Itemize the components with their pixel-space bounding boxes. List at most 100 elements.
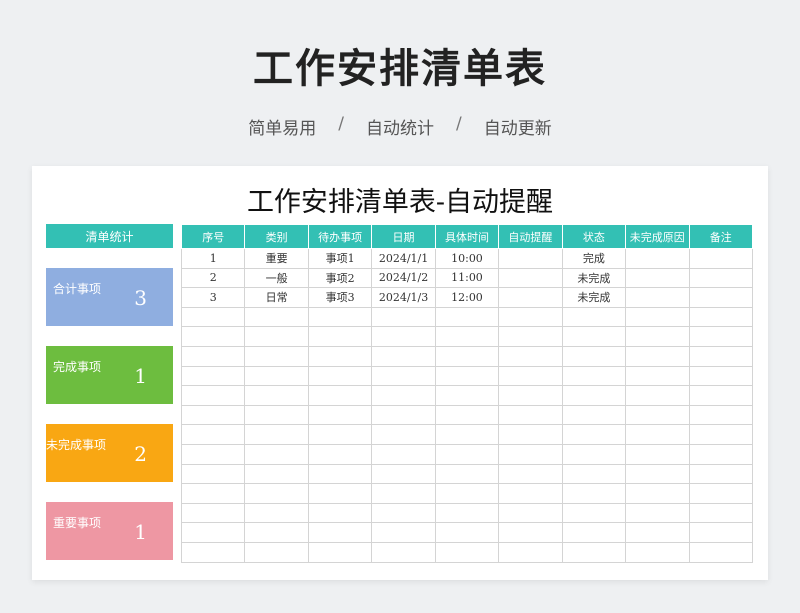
empty-cell[interactable]: [244, 365, 309, 387]
empty-cell[interactable]: [561, 365, 627, 387]
stat-card-incomplete[interactable]: 未完成事项 2: [46, 424, 173, 482]
empty-cell[interactable]: [688, 463, 753, 485]
empty-cell[interactable]: [688, 385, 753, 406]
empty-cell[interactable]: [371, 404, 436, 426]
empty-cell[interactable]: [498, 541, 563, 563]
table-cell[interactable]: [498, 287, 563, 308]
empty-cell[interactable]: [371, 522, 436, 543]
empty-cell[interactable]: [434, 541, 500, 563]
table-cell[interactable]: 重要: [244, 248, 309, 269]
stat-card-important[interactable]: 重要事项 1: [46, 502, 173, 560]
empty-cell[interactable]: [307, 306, 373, 328]
empty-cell[interactable]: [371, 385, 436, 406]
empty-cell[interactable]: [498, 502, 563, 524]
table-cell[interactable]: 未完成: [561, 287, 627, 308]
column-header[interactable]: 备注: [688, 224, 753, 249]
empty-cell[interactable]: [180, 326, 246, 347]
table-cell[interactable]: [625, 248, 690, 269]
empty-cell[interactable]: [371, 483, 436, 504]
column-header[interactable]: 状态: [561, 224, 627, 249]
empty-cell[interactable]: [625, 365, 690, 387]
table-cell[interactable]: [625, 267, 690, 289]
empty-cell[interactable]: [434, 522, 500, 543]
empty-cell[interactable]: [688, 443, 753, 465]
empty-cell[interactable]: [180, 404, 246, 426]
table-cell[interactable]: 2024/1/2: [371, 267, 436, 289]
empty-cell[interactable]: [371, 463, 436, 485]
empty-cell[interactable]: [625, 463, 690, 485]
column-header[interactable]: 自动提醒: [498, 224, 563, 249]
empty-cell[interactable]: [561, 326, 627, 347]
column-header[interactable]: 待办事项: [307, 224, 373, 249]
column-header[interactable]: 日期: [371, 224, 436, 249]
empty-cell[interactable]: [498, 306, 563, 328]
empty-cell[interactable]: [561, 463, 627, 485]
table-cell[interactable]: 2: [180, 267, 246, 289]
stats-header[interactable]: 清单统计: [46, 224, 173, 248]
empty-cell[interactable]: [180, 502, 246, 524]
empty-cell[interactable]: [688, 483, 753, 504]
empty-cell[interactable]: [180, 385, 246, 406]
empty-cell[interactable]: [244, 443, 309, 465]
empty-cell[interactable]: [180, 443, 246, 465]
empty-cell[interactable]: [625, 326, 690, 347]
empty-cell[interactable]: [625, 306, 690, 328]
empty-cell[interactable]: [434, 483, 500, 504]
empty-cell[interactable]: [180, 541, 246, 563]
empty-cell[interactable]: [371, 541, 436, 563]
empty-cell[interactable]: [371, 345, 436, 367]
empty-cell[interactable]: [180, 345, 246, 367]
empty-cell[interactable]: [244, 463, 309, 485]
empty-cell[interactable]: [307, 345, 373, 367]
empty-cell[interactable]: [244, 345, 309, 367]
empty-cell[interactable]: [498, 424, 563, 445]
empty-cell[interactable]: [244, 541, 309, 563]
empty-cell[interactable]: [371, 326, 436, 347]
empty-cell[interactable]: [434, 404, 500, 426]
table-cell[interactable]: 完成: [561, 248, 627, 269]
table-cell[interactable]: 2024/1/3: [371, 287, 436, 308]
table-cell[interactable]: [688, 248, 753, 269]
empty-cell[interactable]: [180, 483, 246, 504]
empty-cell[interactable]: [561, 385, 627, 406]
empty-cell[interactable]: [498, 443, 563, 465]
table-cell[interactable]: 10:00: [434, 248, 500, 269]
table-cell[interactable]: [498, 248, 563, 269]
empty-cell[interactable]: [434, 463, 500, 485]
empty-cell[interactable]: [688, 424, 753, 445]
empty-cell[interactable]: [371, 365, 436, 387]
empty-cell[interactable]: [688, 326, 753, 347]
empty-cell[interactable]: [688, 345, 753, 367]
empty-cell[interactable]: [244, 522, 309, 543]
empty-cell[interactable]: [561, 541, 627, 563]
empty-cell[interactable]: [498, 345, 563, 367]
table-cell[interactable]: [625, 287, 690, 308]
empty-cell[interactable]: [307, 522, 373, 543]
column-header[interactable]: 未完成原因: [625, 224, 690, 249]
table-cell[interactable]: 3: [180, 287, 246, 308]
table-cell[interactable]: 事项3: [307, 287, 373, 308]
empty-cell[interactable]: [307, 326, 373, 347]
empty-cell[interactable]: [625, 443, 690, 465]
empty-cell[interactable]: [561, 483, 627, 504]
empty-cell[interactable]: [434, 306, 500, 328]
empty-cell[interactable]: [244, 502, 309, 524]
empty-cell[interactable]: [625, 404, 690, 426]
table-cell[interactable]: 11:00: [434, 267, 500, 289]
empty-cell[interactable]: [244, 385, 309, 406]
empty-cell[interactable]: [307, 385, 373, 406]
column-header[interactable]: 序号: [180, 224, 246, 249]
table-cell[interactable]: 未完成: [561, 267, 627, 289]
empty-cell[interactable]: [180, 424, 246, 445]
empty-cell[interactable]: [371, 502, 436, 524]
table-cell[interactable]: 事项2: [307, 267, 373, 289]
empty-cell[interactable]: [498, 404, 563, 426]
empty-cell[interactable]: [625, 385, 690, 406]
table-cell[interactable]: 12:00: [434, 287, 500, 308]
empty-cell[interactable]: [244, 483, 309, 504]
empty-cell[interactable]: [688, 502, 753, 524]
empty-cell[interactable]: [244, 424, 309, 445]
column-header[interactable]: 具体时间: [434, 224, 500, 249]
empty-cell[interactable]: [307, 502, 373, 524]
empty-cell[interactable]: [561, 502, 627, 524]
